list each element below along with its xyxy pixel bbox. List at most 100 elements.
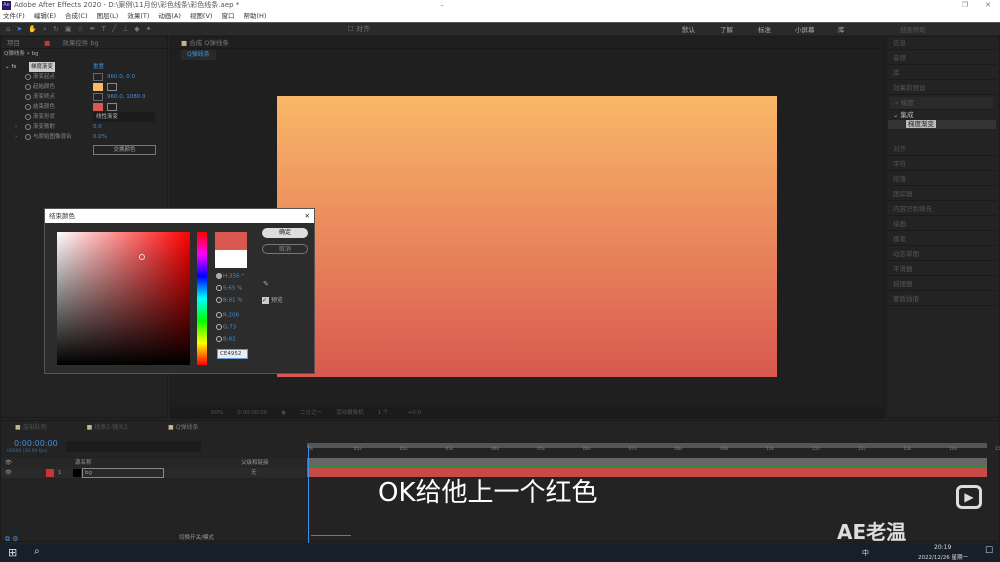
eyedropper-icon[interactable]: ✎ [263,280,269,288]
reset-link[interactable]: 重置 [93,62,104,72]
panel-paint[interactable]: 绘画 [888,218,996,231]
panel-effects-presets[interactable]: 效果和预设 [888,82,996,95]
pen-tool-icon[interactable]: ✒ [90,25,96,33]
menu-animation[interactable]: 动画(A) [158,11,181,22]
panel-brushes[interactable]: 画笔 [888,233,996,246]
tree-category[interactable]: ⌄ 集成 [888,111,996,120]
layer-search-input[interactable] [66,441,201,452]
close-icon[interactable]: ✕ [305,209,310,223]
panel-align[interactable]: 对齐 [888,143,996,156]
stamp-tool-icon[interactable]: ⊥ [122,25,128,33]
camera-snapshot-icon[interactable]: ◉ [281,407,286,419]
clock-date[interactable]: 2022/12/26 星期一 [918,553,968,561]
menu-window[interactable]: 窗口 [221,11,234,22]
effect-name[interactable]: 梯度渐变 [29,62,56,72]
zoom-tool-icon[interactable]: ⌕ [43,25,47,34]
parent-select[interactable]: 无 [251,468,257,478]
align-checkbox[interactable]: ☐ 对齐 [348,24,371,34]
panel-tracker[interactable]: 跟踪器 [888,188,996,201]
workspace-small-screen[interactable]: 小屏幕 [795,24,815,34]
composition-canvas[interactable] [277,96,777,377]
zoom-slider[interactable] [311,535,351,536]
ok-button[interactable]: 确定 [262,228,308,238]
fx-icon[interactable]: ⌄ fx [5,62,17,72]
preview-checkbox[interactable]: ✓ 预览 [262,295,283,304]
minimize-button[interactable]: – [432,0,452,11]
color-picker-cursor[interactable] [139,254,145,260]
tab-comp-2[interactable]: ■ 线条2-镜头2 [87,421,128,435]
close-button[interactable]: ✕ [978,0,998,11]
stopwatch-icon[interactable] [25,104,31,110]
tab-comp-active[interactable]: ■ Q弹线条 [168,421,198,435]
panel-paragraph[interactable]: 段落 [888,173,996,186]
exposure-value[interactable]: +0.0 [408,407,421,419]
work-area-bar[interactable] [307,443,987,448]
text-tool-icon[interactable]: T [102,25,106,33]
menu-effect[interactable]: 效果(T) [127,11,149,22]
tab-effect-controls[interactable]: 效果控件 bg [62,39,98,47]
panel-audio[interactable]: 音频 [888,52,996,65]
search-help-input[interactable]: 搜索帮助 [900,24,926,34]
red-radio[interactable]: R:206 [216,312,239,319]
timeline-timecode[interactable]: 0:00:00:00 [14,439,58,448]
playhead[interactable] [308,445,309,543]
brush-tool-icon[interactable]: ╱ [112,25,116,33]
workspace-standard[interactable]: 标准 [758,24,771,34]
panel-character[interactable]: 字符 [888,158,996,171]
panel-wiggler[interactable]: 摇摆器 [888,278,996,291]
camera-select[interactable]: 活动摄像机 [336,407,364,419]
layer-name[interactable]: bg [82,468,164,478]
hue-radio[interactable]: H:356 ° [216,273,244,280]
comp-subtab[interactable]: Q弹线条 [181,50,216,60]
stopwatch-icon[interactable] [25,84,31,90]
comp-timecode[interactable]: 0:00:00:00 [237,407,267,419]
eraser-tool-icon[interactable]: ◆ [134,25,139,33]
panel-smoother[interactable]: 平滑器 [888,263,996,276]
cancel-button[interactable]: 取消 [262,244,308,254]
ime-indicator[interactable]: 中 [862,548,869,558]
hue-slider[interactable] [197,232,207,365]
saturation-radio[interactable]: S:65 % [216,285,242,292]
workspace-default[interactable]: 默认 [682,24,695,34]
end-color-swatch[interactable] [93,103,103,111]
blue-radio[interactable]: B:82 [216,336,236,343]
restore-button[interactable]: ❐ [955,0,975,11]
eyedropper-icon[interactable] [107,103,117,111]
panel-content-aware-fill[interactable]: 内容识别填充 [888,203,996,216]
eye-icon[interactable]: 👁 [5,468,12,478]
menu-view[interactable]: 视图(V) [190,11,213,22]
start-color-swatch[interactable] [93,83,103,91]
resolution-select[interactable]: 二分之一 [300,407,322,419]
menu-layer[interactable]: 图层(L) [97,11,119,22]
workspace-library[interactable]: 库 [838,24,845,34]
brightness-radio[interactable]: B:81 % [216,297,243,304]
workspace-learn[interactable]: 了解 [720,24,733,34]
rotate-tool-icon[interactable]: ↻ [53,25,59,33]
toggle-switches-modes[interactable]: 切换开关/模式 [179,533,214,541]
swap-colors-button[interactable]: 交换颜色 [93,145,156,155]
gradient-shape-select[interactable]: 线性渐变 [93,112,155,122]
stopwatch-icon[interactable] [25,94,31,100]
eyedropper-icon[interactable] [107,83,117,91]
selection-tool-icon[interactable]: ➤ [16,25,22,33]
hand-tool-icon[interactable]: ✋ [28,25,37,33]
hex-input[interactable]: CE4952 [217,349,248,359]
camera-tool-icon[interactable]: ▣ [65,25,72,33]
search-icon[interactable]: ⌕ [34,546,40,557]
crosshair-icon[interactable] [93,93,103,101]
notification-icon[interactable]: ☐ [985,546,993,556]
star-tool-icon[interactable]: ☆ [77,25,83,33]
panel-info[interactable]: 信息 [888,37,996,50]
menu-help[interactable]: 帮助(H) [243,11,266,22]
tab-project[interactable]: 项目 [7,39,20,47]
stopwatch-icon[interactable] [25,114,31,120]
stopwatch-icon[interactable] [25,74,31,80]
green-radio[interactable]: G:73 [216,324,236,331]
menu-composition[interactable]: 合成(C) [65,11,88,22]
layer-label-color[interactable] [46,469,54,477]
views-select[interactable]: 1 个... [378,407,394,419]
saturation-brightness-field[interactable] [57,232,190,365]
panel-motion-sketch[interactable]: 动态草图 [888,248,996,261]
puppet-tool-icon[interactable]: ✦ [146,25,152,33]
crosshair-icon[interactable] [93,73,103,81]
